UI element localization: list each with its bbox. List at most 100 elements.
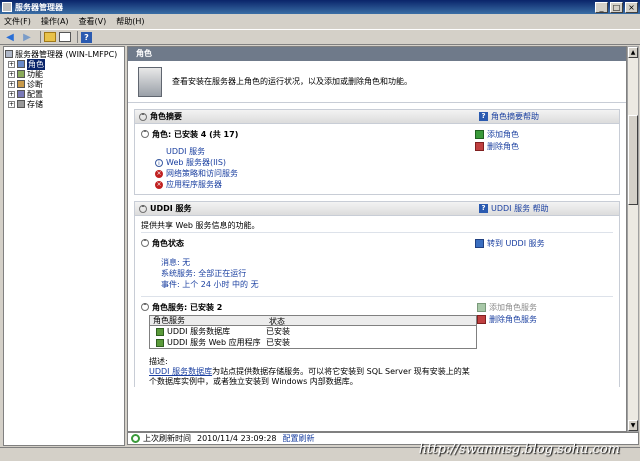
table-header: 角色服务 状态 xyxy=(150,316,476,326)
configure-refresh-link[interactable]: 配置刷新 xyxy=(283,433,315,444)
up-folder-icon[interactable] xyxy=(44,32,56,42)
messages-line[interactable]: 消息: 无 xyxy=(141,257,475,268)
tree-item-configuration[interactable]: + 配置 xyxy=(4,89,124,99)
action-label: 删除角色 xyxy=(487,141,519,151)
navigation-tree: 服务器管理器 (WIN-LMFPC) + 角色 + 功能 + 诊断 + 配置 +… xyxy=(3,46,125,446)
remove-role-services-icon xyxy=(477,314,486,324)
description-label: 描述: xyxy=(149,357,168,366)
error-icon: × xyxy=(155,180,163,189)
tree-item-storage[interactable]: + 存储 xyxy=(4,99,124,109)
role-name: 网络策略和访问服务 xyxy=(166,169,238,178)
roles-installed-header[interactable]: ⌃ 角色: 已安装 4 (共 17) xyxy=(141,128,475,140)
uddi-section: ⌃ UDDI 服务 ? UDDI 服务 帮助 提供共享 Web 服务信息的功能。… xyxy=(134,201,620,387)
toolbar: ◀ ▶ ? xyxy=(0,29,640,45)
table-row[interactable]: UDDI 服务 Web 应用程序 已安装 xyxy=(150,337,476,348)
table-row[interactable]: UDDI 服务数据库 已安装 xyxy=(150,326,476,337)
error-icon: × xyxy=(155,169,163,178)
expand-icon[interactable]: + xyxy=(8,80,15,88)
show-hide-tree-icon[interactable] xyxy=(59,32,71,42)
scrollbar-thumb[interactable] xyxy=(628,115,638,205)
forward-arrow-icon[interactable]: ▶ xyxy=(20,31,34,44)
menu-view[interactable]: 查看(V) xyxy=(79,16,107,27)
help-icon[interactable]: ? xyxy=(81,31,92,43)
role-status-subsection: ⌃ 角色状态 消息: 无 系统服务: 全部正在运行 事件: 上个 24 小时 中… xyxy=(141,232,613,294)
tree-item-features[interactable]: + 功能 xyxy=(4,69,124,79)
expand-icon[interactable]: + xyxy=(8,60,15,68)
last-refresh-time: 2010/11/4 23:09:28 xyxy=(197,434,277,443)
role-link-nps[interactable]: × 网络策略和访问服务 xyxy=(141,168,475,179)
section-title: 角色摘要 xyxy=(150,112,182,121)
toolbar-separator xyxy=(40,31,41,43)
back-arrow-icon[interactable]: ◀ xyxy=(3,31,17,44)
diagnostics-icon xyxy=(17,80,25,88)
collapse-icon[interactable]: ⌃ xyxy=(141,130,149,138)
goto-icon xyxy=(475,238,484,248)
role-services-label: 角色服务: 已安装 2 xyxy=(152,302,223,312)
server-icon xyxy=(5,50,13,58)
intro-panel: 查看安装在服务器上角色的运行状况，以及添加或删除角色和功能。 xyxy=(128,61,626,103)
server-illustration-icon xyxy=(138,66,162,97)
action-label: 添加角色 xyxy=(487,129,519,139)
section-title: UDDI 服务 xyxy=(150,204,192,213)
content-scrollbar[interactable]: ▲ ▼ xyxy=(627,46,639,432)
remove-roles-link[interactable]: 删除角色 xyxy=(475,140,615,152)
configuration-icon xyxy=(17,90,25,98)
scroll-down-icon[interactable]: ▼ xyxy=(628,420,638,431)
menu-file[interactable]: 文件(F) xyxy=(4,16,31,27)
role-status-header[interactable]: ⌃ 角色状态 xyxy=(141,237,475,249)
menu-help[interactable]: 帮助(H) xyxy=(116,16,144,27)
collapse-icon[interactable]: ⌃ xyxy=(139,204,147,213)
collapse-icon[interactable]: ⌃ xyxy=(141,303,149,311)
role-name: Web 服务器(IIS) xyxy=(166,158,227,167)
tree-item-diagnostics[interactable]: + 诊断 xyxy=(4,79,124,89)
refresh-icon xyxy=(131,434,140,443)
roles-summary-header[interactable]: ⌃ 角色摘要 ? 角色摘要帮助 xyxy=(135,110,619,124)
service-description: 描述: UDDI 服务数据库为站点提供数据存储服务。可以将它安装到 SQL Se… xyxy=(141,353,481,387)
tree-root[interactable]: 服务器管理器 (WIN-LMFPC) xyxy=(4,49,124,59)
help-icon: ? xyxy=(479,204,488,213)
collapse-icon[interactable]: ⌃ xyxy=(139,112,147,121)
add-role-services-link[interactable]: 添加角色服务 xyxy=(477,301,609,313)
menu-bar: 文件(F) 操作(A) 查看(V) 帮助(H) xyxy=(0,14,640,29)
service-name: UDDI 服务 Web 应用程序 xyxy=(167,338,261,347)
role-services-subsection: ⌃ 角色服务: 已安装 2 角色服务 状态 UDDI 服务数据库 已安装 UDD… xyxy=(141,296,613,387)
collapse-icon[interactable]: ⌃ xyxy=(141,239,149,247)
tree-item-roles[interactable]: + 角色 xyxy=(4,58,124,70)
goto-uddi-link[interactable]: 转到 UDDI 服务 xyxy=(475,237,609,249)
expand-icon[interactable]: + xyxy=(8,70,15,78)
role-link-iis[interactable]: i Web 服务器(IIS) xyxy=(141,157,475,168)
server-manager-icon xyxy=(2,2,12,12)
expand-icon[interactable]: + xyxy=(8,90,15,98)
service-name: UDDI 服务数据库 xyxy=(167,327,231,336)
uddi-database-link[interactable]: UDDI 服务数据库 xyxy=(149,367,212,376)
remove-role-services-link[interactable]: 删除角色服务 xyxy=(477,313,609,325)
menu-action[interactable]: 操作(A) xyxy=(41,16,69,27)
roles-icon xyxy=(17,60,25,68)
add-roles-link[interactable]: 添加角色 xyxy=(475,128,615,140)
add-role-services-icon xyxy=(477,302,486,312)
uddi-section-header[interactable]: ⌃ UDDI 服务 ? UDDI 服务 帮助 xyxy=(135,202,619,216)
storage-icon xyxy=(17,100,25,108)
info-icon: i xyxy=(155,158,163,167)
content-pane: 角色 查看安装在服务器上角色的运行状况，以及添加或删除角色和功能。 ⌃ 角色摘要… xyxy=(127,46,627,432)
role-link-appserver[interactable]: × 应用程序服务器 xyxy=(141,179,475,190)
role-services-header[interactable]: ⌃ 角色服务: 已安装 2 xyxy=(141,301,477,313)
scroll-up-icon[interactable]: ▲ xyxy=(628,47,638,58)
role-services-table: 角色服务 状态 UDDI 服务数据库 已安装 UDDI 服务 Web 应用程序 … xyxy=(149,315,477,349)
uddi-help-link[interactable]: ? UDDI 服务 帮助 xyxy=(479,203,619,214)
column-header-state[interactable]: 状态 xyxy=(266,316,476,326)
action-label: 添加角色服务 xyxy=(489,302,537,312)
role-link-uddi[interactable]: UDDI 服务 xyxy=(141,146,475,157)
roles-summary-help-link[interactable]: ? 角色摘要帮助 xyxy=(479,111,619,122)
expand-icon[interactable]: + xyxy=(8,100,15,108)
column-header-service[interactable]: 角色服务 xyxy=(150,316,266,325)
minimize-button[interactable]: _ xyxy=(595,1,608,13)
system-services-line[interactable]: 系统服务: 全部正在运行 xyxy=(141,268,475,279)
features-icon xyxy=(17,70,25,78)
tree-item-label: 存储 xyxy=(27,99,43,109)
close-button[interactable]: × xyxy=(625,1,638,13)
action-label: 删除角色服务 xyxy=(489,314,537,324)
events-line[interactable]: 事件: 上个 24 小时 中的 无 xyxy=(141,279,475,290)
title-bar: 服务器管理器 _ □ × xyxy=(0,0,640,14)
maximize-button[interactable]: □ xyxy=(610,1,623,13)
